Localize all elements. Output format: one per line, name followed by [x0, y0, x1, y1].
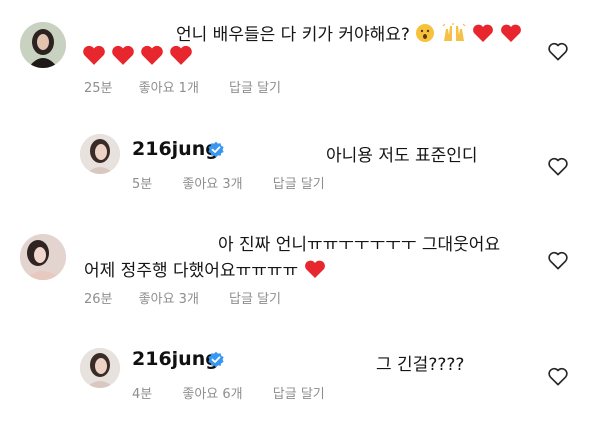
- comment-time: 4분: [132, 387, 153, 402]
- comment-time: 5분: [132, 177, 153, 192]
- comment-meta: 4분 좋아요 6개 답글 달기: [132, 383, 325, 402]
- red-heart-emoji: [111, 44, 135, 70]
- comment-meta: 26분 좋아요 3개 답글 달기: [84, 288, 281, 307]
- reply-button[interactable]: 답글 달기: [229, 288, 281, 307]
- comment-meta: 25분 좋아요 1개 답글 달기: [84, 77, 281, 96]
- red-heart-emoji: [472, 23, 494, 48]
- comment-time: 25분: [84, 81, 113, 96]
- like-heart-outline-icon[interactable]: [547, 250, 569, 270]
- comment-likes[interactable]: 좋아요 6개: [182, 383, 242, 402]
- comment-text: 아니용 저도 표준인디: [326, 146, 478, 166]
- avatar[interactable]: [20, 22, 66, 68]
- red-heart-emoji: [500, 23, 522, 48]
- raising-hands-emoji: [441, 23, 467, 48]
- red-heart-emoji: [169, 44, 193, 70]
- like-heart-outline-icon[interactable]: [547, 41, 569, 61]
- comment-time: 26분: [84, 292, 113, 307]
- like-heart-outline-icon[interactable]: [547, 366, 569, 386]
- comment-likes[interactable]: 좋아요 3개: [139, 288, 199, 307]
- comment-text-body: 언니 배우들은 다 키가 커야해요?: [176, 25, 410, 45]
- comment-likes[interactable]: 좋아요 1개: [139, 77, 199, 96]
- reply-button[interactable]: 답글 달기: [273, 383, 325, 402]
- red-heart-emoji: [140, 44, 164, 70]
- comment-text-line2: 어제 정주행 다했어요ㅠㅠㅠㅠ: [84, 256, 326, 284]
- comment-text-line2-body: 어제 정주행 다했어요ㅠㅠㅠㅠ: [84, 261, 299, 281]
- avatar[interactable]: [20, 234, 66, 280]
- comment-likes[interactable]: 좋아요 3개: [182, 173, 242, 192]
- red-heart-emoji: [304, 259, 326, 284]
- comment-meta: 5분 좋아요 3개 답글 달기: [132, 173, 325, 192]
- comment-text: 그 긴걸????: [376, 355, 465, 375]
- avatar[interactable]: [80, 134, 120, 174]
- reply-button[interactable]: 답글 달기: [229, 77, 281, 96]
- verified-badge-icon: [208, 141, 224, 158]
- red-heart-emoji: [82, 44, 106, 70]
- comment-text-line2: [82, 44, 193, 70]
- like-heart-outline-icon[interactable]: [547, 156, 569, 176]
- reply-button[interactable]: 답글 달기: [273, 173, 325, 192]
- surprised-face-emoji: [415, 23, 435, 48]
- username[interactable]: 216jung: [132, 138, 219, 160]
- username[interactable]: 216jung: [132, 348, 219, 370]
- comment-text: 아 진짜 언니ㅠㅠㅜㅜㅜㅜㅜ 그대웃어요: [218, 235, 501, 255]
- comment-text: 언니 배우들은 다 키가 커야해요?: [176, 20, 522, 48]
- avatar[interactable]: [80, 348, 120, 388]
- verified-badge-icon: [208, 351, 224, 368]
